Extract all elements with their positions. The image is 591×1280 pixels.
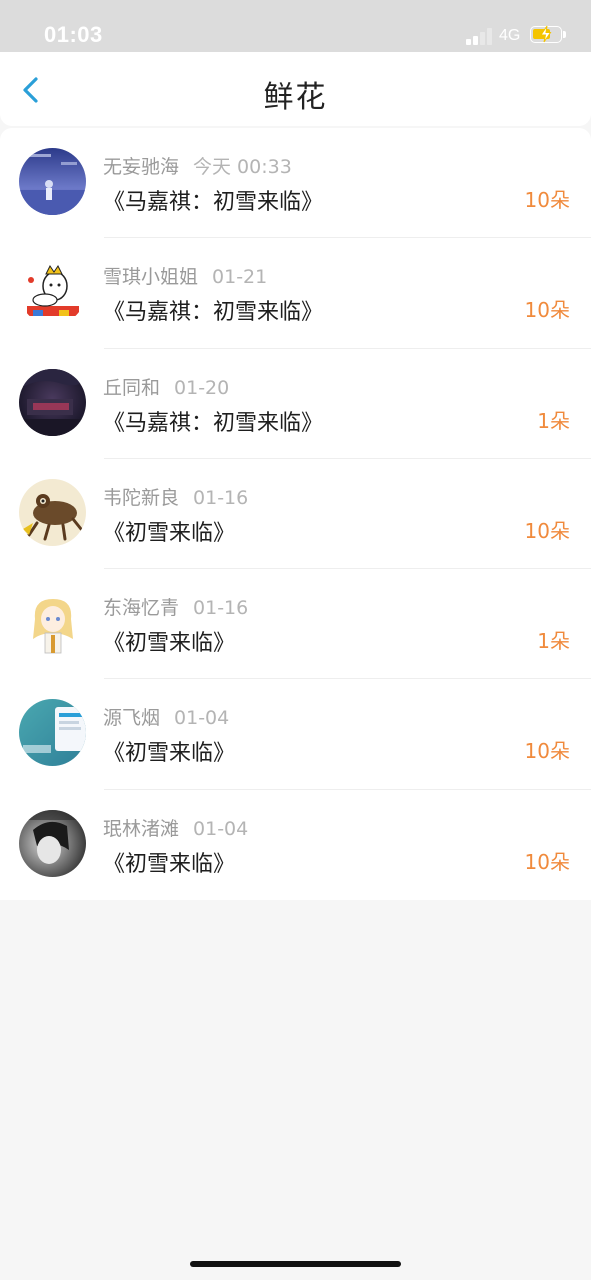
avatar[interactable] [19, 478, 86, 546]
send-date: 01-16 [193, 597, 249, 620]
sender-name: 雪琪小姐姐 [103, 266, 199, 289]
sender-line: 东海忆青 01-16 [103, 593, 248, 620]
work-title: 《马嘉祺：初雪来临》 [103, 190, 324, 215]
work-title: 《初雪来临》 [103, 631, 236, 657]
flower-count: 10朵 [524, 298, 570, 323]
flower-count: 1朵 [537, 629, 570, 654]
flower-count: 1朵 [537, 408, 570, 433]
sender-name: 源飞烟 [103, 707, 161, 730]
sender-line: 珉林渚滩 01-04 [103, 814, 248, 841]
status-time: 01:03 [44, 22, 103, 47]
list-item[interactable]: 雪琪小姐姐 01-21 《马嘉祺：初雪来临》 10朵 [0, 238, 591, 349]
sender-line: 雪琪小姐姐 01-21 [103, 262, 267, 289]
flower-count: 10朵 [524, 188, 570, 212]
nav-header: 鲜花 [0, 52, 591, 126]
avatar[interactable] [19, 699, 86, 767]
flower-list: 无妄驰海 今天 00:33 《马嘉祺：初雪来临》 10朵 雪琪小姐姐 01-21 《… [0, 128, 591, 901]
battery-icon [530, 25, 566, 43]
page-title: 鲜花 [263, 80, 328, 115]
send-date: 01-04 [174, 707, 230, 730]
sender-name: 无妄驰海 [103, 156, 180, 178]
sender-line: 无妄驰海 今天 00:33 [103, 152, 292, 179]
work-title: 《初雪来临》 [103, 741, 236, 767]
status-bar: 01:03 4G [0, 0, 591, 52]
signal-icon [466, 27, 494, 45]
sender-line: 源飞烟 01-04 [103, 703, 229, 730]
sender-name: 丘同和 [103, 376, 161, 399]
avatar[interactable] [19, 368, 86, 436]
avatar[interactable] [19, 809, 86, 877]
work-title: 《初雪来临》 [103, 851, 236, 877]
flower-count: 10朵 [524, 849, 570, 874]
flower-count: 10朵 [524, 518, 570, 543]
network-type: 4G [499, 27, 521, 44]
avatar[interactable] [19, 258, 86, 326]
sender-line: 丘同和 01-20 [103, 373, 229, 400]
send-date: 01-04 [193, 817, 249, 840]
work-title: 《初雪来临》 [103, 520, 236, 546]
avatar[interactable] [19, 148, 86, 215]
home-indicator[interactable] [190, 1261, 401, 1267]
list-item[interactable]: 丘同和 01-20 《马嘉祺：初雪来临》 1朵 [0, 349, 591, 459]
sender-line: 韦陀新良 01-16 [103, 483, 248, 510]
list-item[interactable]: 源飞烟 01-04 《初雪来临》 10朵 [0, 679, 591, 790]
flower-count: 10朵 [524, 739, 570, 764]
sender-name: 东海忆青 [103, 597, 180, 620]
list-item[interactable]: 无妄驰海 今天 00:33 《马嘉祺：初雪来临》 10朵 [0, 128, 591, 239]
work-title: 《马嘉祺：初雪来临》 [103, 300, 324, 326]
send-date: 今天 00:33 [193, 156, 292, 178]
sender-name: 韦陀新良 [103, 486, 180, 509]
sender-name: 珉林渚滩 [103, 817, 180, 840]
avatar[interactable] [19, 589, 86, 657]
send-date: 01-16 [193, 486, 249, 509]
list-item[interactable]: 韦陀新良 01-16 《初雪来临》 10朵 [0, 459, 591, 570]
send-date: 01-20 [174, 376, 230, 399]
charging-bolt-icon [540, 25, 552, 43]
list-item[interactable]: 珉林渚滩 01-04 《初雪来临》 10朵 [0, 790, 591, 900]
send-date: 01-21 [212, 266, 268, 289]
list-item[interactable]: 东海忆青 01-16 《初雪来临》 1朵 [0, 569, 591, 680]
work-title: 《马嘉祺：初雪来临》 [103, 410, 324, 436]
